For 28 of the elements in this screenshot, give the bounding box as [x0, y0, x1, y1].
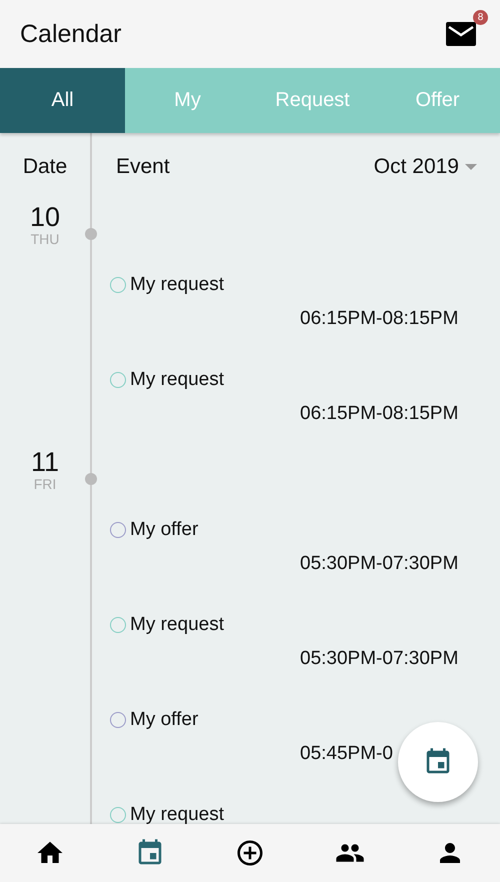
column-header: Event [116, 154, 170, 178]
calendar-fab[interactable] [398, 722, 478, 802]
filter-tab[interactable]: All [0, 68, 125, 133]
day-number: 10 [30, 203, 60, 231]
timeline-dot [85, 473, 97, 485]
add-icon [235, 838, 265, 868]
timeline-dot [85, 228, 97, 240]
event-title[interactable]: My offer [130, 519, 198, 541]
day-number: 11 [30, 448, 60, 476]
mail-button[interactable]: 8 [446, 10, 488, 48]
caret-icon [465, 164, 477, 170]
event-title[interactable]: My request [130, 274, 224, 296]
event-title[interactable]: My request [130, 614, 224, 636]
event-time: 05:45PM-0 [300, 743, 393, 765]
event-time: 06:15PM-08:15PM [300, 308, 458, 330]
event-title[interactable]: My offer [130, 709, 198, 731]
screen-title: Calendar [20, 20, 122, 48]
event-time: 06:15PM-08:15PM [300, 403, 458, 425]
month-dropdown[interactable]: Oct 2019 [374, 154, 477, 178]
event-title[interactable]: My request [130, 369, 224, 391]
column-header: Date [22, 154, 68, 178]
weekday-label: THU [30, 231, 60, 247]
event-title[interactable]: My request [130, 804, 224, 824]
weekday-label: FRI [34, 476, 56, 492]
notification-badge: 8 [473, 10, 488, 25]
event-time: 05:30PM-07:30PM [300, 553, 458, 575]
mail-icon [446, 22, 476, 46]
event-time: 05:30PM-07:30PM [300, 648, 458, 670]
